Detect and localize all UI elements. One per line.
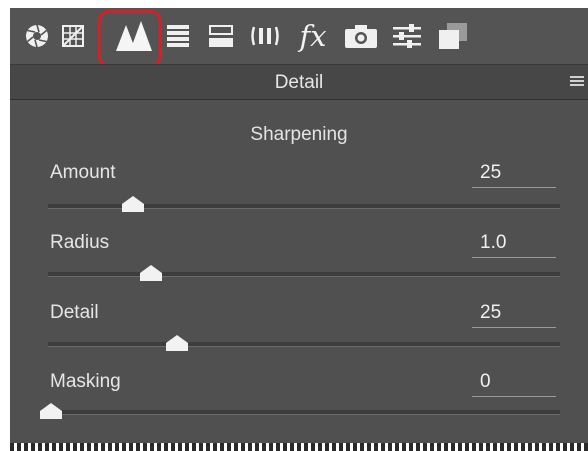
detail-triangles-icon[interactable]: [114, 8, 154, 64]
amount-label: Amount: [50, 162, 116, 183]
amount-value-field[interactable]: 25: [472, 162, 556, 188]
detail-label: Detail: [50, 302, 99, 323]
detail-value-field[interactable]: 25: [472, 302, 556, 328]
panel-bottom-edge: [10, 443, 588, 451]
masking-slider-track[interactable]: [48, 410, 560, 415]
snapshots-icon[interactable]: [438, 8, 468, 64]
panel-title: Detail: [274, 72, 324, 93]
masking-slider-thumb[interactable]: [38, 403, 64, 419]
radius-slider-track[interactable]: [48, 272, 560, 277]
detail-panel-body: Sharpening Amount 25 Radius 1.0 Detail 2…: [10, 100, 588, 443]
split-toning-icon[interactable]: [208, 8, 234, 64]
aperture-icon[interactable]: [24, 8, 50, 64]
panel-tab-toolbar: fx: [10, 8, 588, 64]
panel-header: Detail: [10, 64, 588, 100]
lens-corrections-icon[interactable]: [250, 8, 282, 64]
presets-sliders-icon[interactable]: [392, 8, 422, 64]
radius-slider-thumb[interactable]: [138, 265, 164, 281]
radius-label: Radius: [50, 232, 110, 253]
radius-value-field[interactable]: 1.0: [472, 232, 556, 258]
amount-slider-thumb[interactable]: [120, 196, 146, 212]
masking-value-field[interactable]: 0: [472, 371, 556, 397]
fx-label: fx: [299, 18, 327, 53]
fx-effects-icon[interactable]: fx: [294, 8, 332, 64]
camera-icon[interactable]: [344, 8, 378, 64]
panel-menu-icon[interactable]: [570, 76, 584, 88]
hsl-bars-icon[interactable]: [166, 8, 190, 64]
masking-label: Masking: [50, 371, 121, 392]
grid-icon[interactable]: [60, 8, 86, 64]
detail-slider-track[interactable]: [48, 342, 560, 347]
detail-slider-thumb[interactable]: [164, 335, 190, 351]
section-title: Sharpening: [250, 124, 348, 145]
